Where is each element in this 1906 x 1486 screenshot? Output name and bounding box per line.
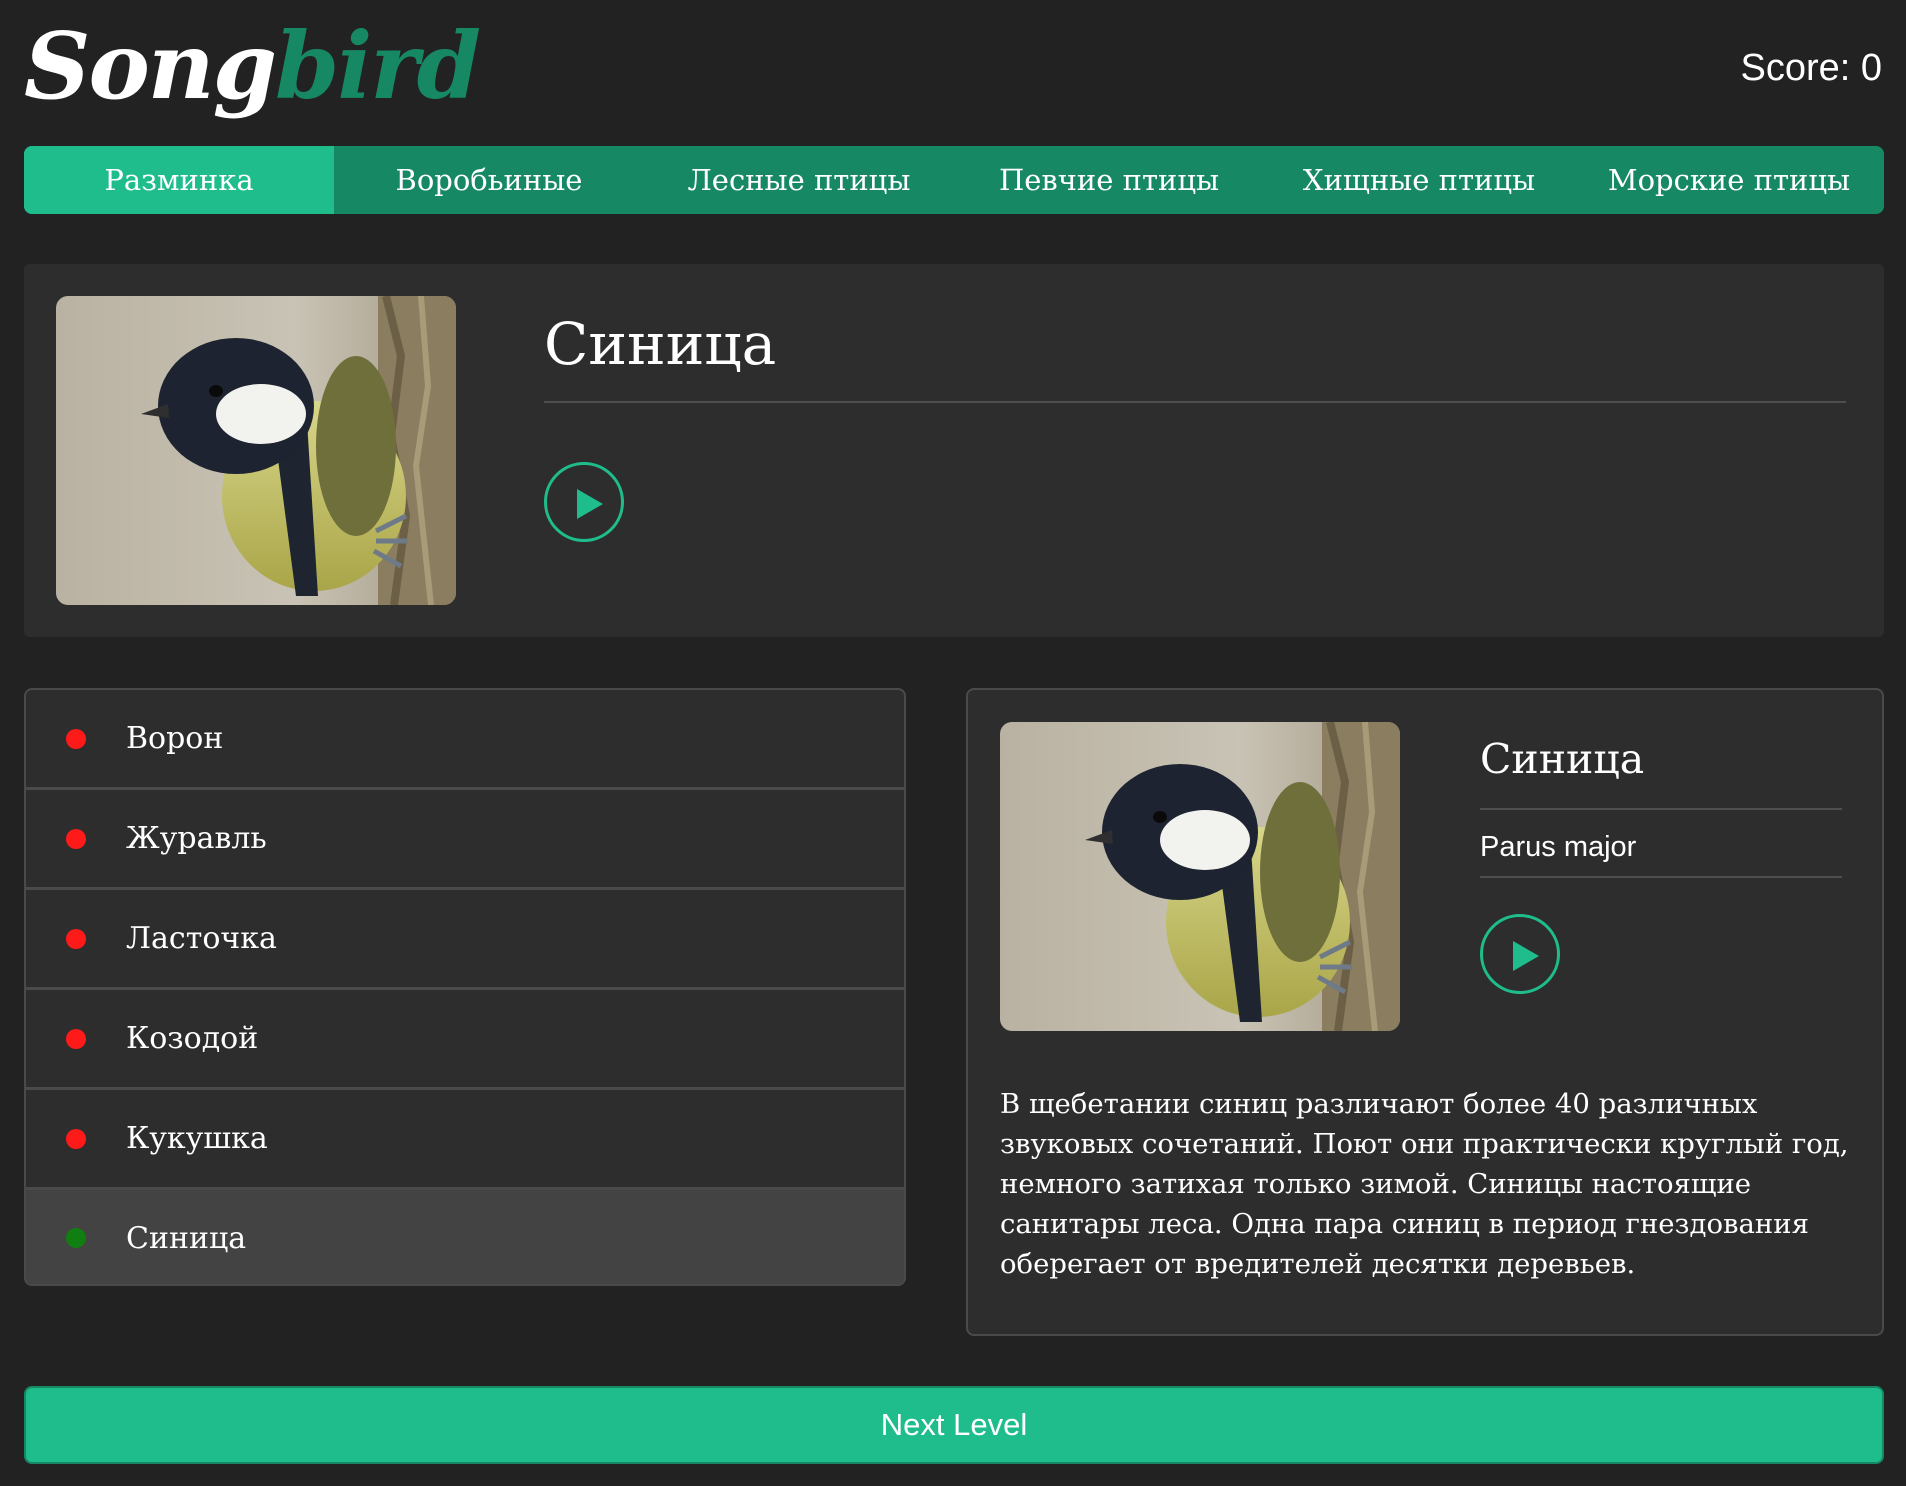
play-icon[interactable] [544,462,624,542]
answer-label: Ласточка [126,921,277,956]
nav-item-warmup[interactable]: Разминка [24,146,334,214]
answer-option[interactable]: Кукушка [26,1090,904,1190]
details-bird-image [1000,722,1400,1031]
answer-list: Ворон Журавль Ласточка Козодой Кукушка С… [24,688,906,1286]
answer-status-dot [66,728,86,749]
answer-label: Кукушка [126,1121,268,1156]
logo-bird: bird [275,12,481,120]
nav-item-forest-birds[interactable]: Лесные птицы [644,146,954,214]
answer-status-dot [66,828,86,849]
answer-label: Журавль [126,821,267,856]
next-level-button[interactable]: Next Level [24,1386,1884,1464]
nav-item-sea-birds[interactable]: Морские птицы [1574,146,1884,214]
nav-item-birds-of-prey[interactable]: Хищные птицы [1264,146,1574,214]
answer-option[interactable]: Ласточка [26,890,904,990]
logo-song: Song [24,12,277,120]
score-display: Score: 0 [1740,47,1882,89]
nav-item-passerines[interactable]: Воробьиные [334,146,644,214]
nav-item-songbirds[interactable]: Певчие птицы [954,146,1264,214]
details-description: В щебетании синиц различают более 40 раз… [1000,1088,1849,1280]
details-bird-name: Синица [1480,735,1645,783]
answer-status-dot [66,928,86,949]
answer-label: Ворон [126,721,224,756]
question-bird-image [56,296,456,605]
question-bird-name: Синица [544,310,777,378]
answer-option[interactable]: Синица [26,1190,904,1284]
answer-option[interactable]: Козодой [26,990,904,1090]
question-divider [544,401,1846,403]
details-divider-top [1480,808,1842,810]
logo: Songbird [24,6,481,126]
category-nav: Разминка Воробьиные Лесные птицы Певчие … [24,146,1884,214]
question-panel: Синица [24,264,1884,637]
answer-option[interactable]: Журавль [26,790,904,890]
answer-status-dot [66,1028,86,1049]
answer-label: Синица [126,1220,247,1256]
answer-status-dot [66,1128,86,1149]
details-divider-bottom [1480,876,1842,878]
play-icon[interactable] [1480,914,1560,994]
answer-label: Козодой [126,1021,259,1056]
details-latin-name: Parus major [1480,831,1637,863]
answer-option[interactable]: Ворон [26,690,904,790]
answer-status-dot [66,1228,86,1248]
bird-details-panel: Синица Parus major В щебетании синиц раз… [966,688,1884,1336]
